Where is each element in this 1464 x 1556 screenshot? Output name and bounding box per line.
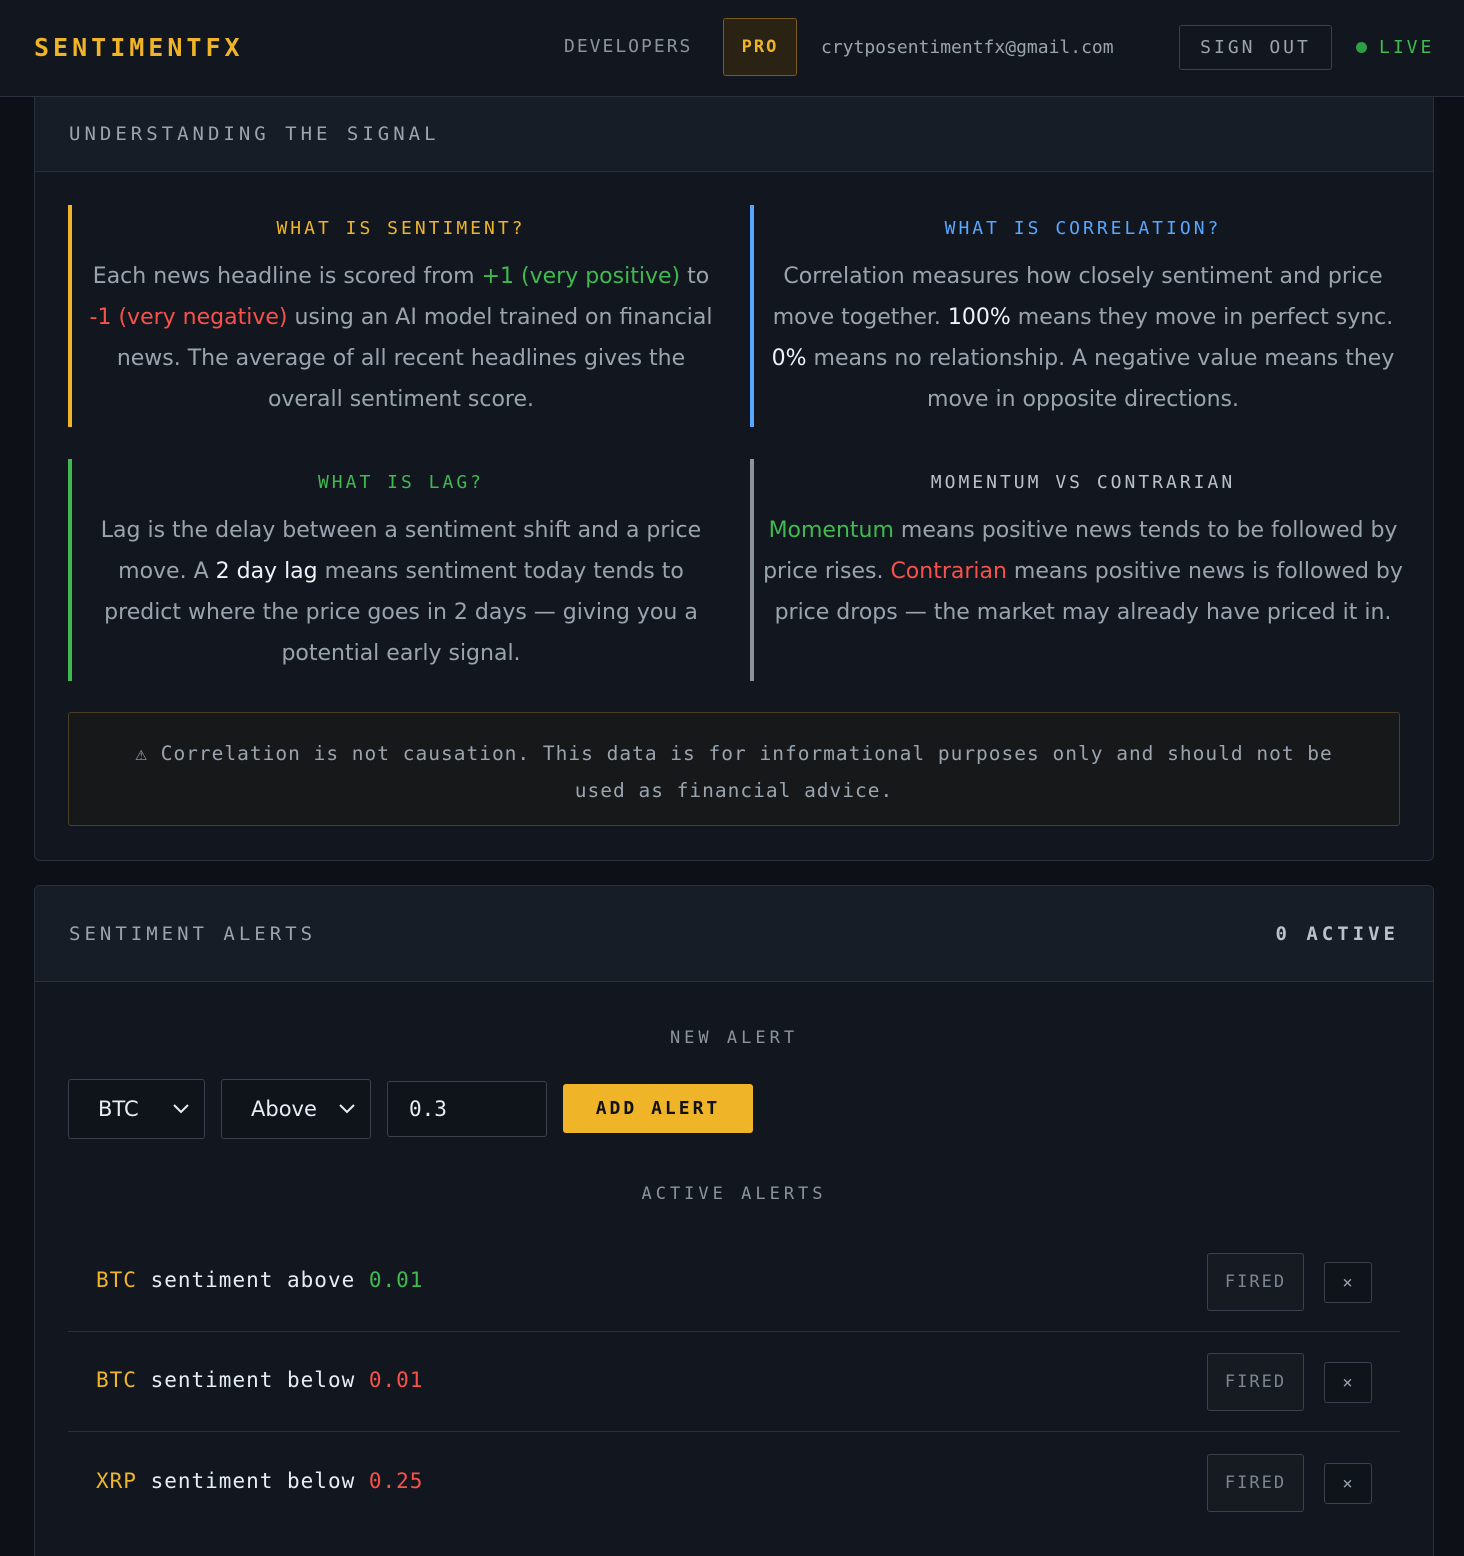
alert-description: XRP sentiment below 0.25 <box>96 1469 424 1493</box>
alerts-title: SENTIMENT ALERTS <box>69 922 317 945</box>
fired-status-button[interactable]: FIRED <box>1207 1353 1304 1411</box>
alert-description: BTC sentiment below 0.01 <box>96 1368 424 1392</box>
correlation-card: WHAT IS CORRELATION? Correlation measure… <box>750 205 1416 427</box>
live-label: LIVE <box>1379 37 1435 58</box>
developers-link[interactable]: DEVELOPERS <box>564 36 692 57</box>
sentiment-alerts-panel: SENTIMENT ALERTS 0 ACTIVE NEW ALERT BTC … <box>34 885 1434 1556</box>
add-alert-button[interactable]: ADD ALERT <box>563 1084 753 1133</box>
card-accent-bar <box>750 459 754 681</box>
lag-card: WHAT IS LAG? Lag is the delay between a … <box>68 459 734 681</box>
top-nav-bar: SENTIMENTFX DEVELOPERS PRO crytposentime… <box>0 0 1464 97</box>
alert-description: BTC sentiment above 0.01 <box>96 1268 424 1292</box>
threshold-input[interactable]: 0.3 <box>387 1081 547 1137</box>
brand-logo[interactable]: SENTIMENTFX <box>34 33 244 62</box>
alert-row: BTC sentiment below 0.01 FIRED × <box>68 1332 1400 1432</box>
card-body: Momentum means positive news tends to be… <box>763 518 1403 625</box>
disclaimer-box: ⚠ Correlation is not causation. This dat… <box>68 712 1400 826</box>
remove-alert-button[interactable]: × <box>1324 1463 1372 1504</box>
card-heading: WHAT IS SENTIMENT? <box>276 218 526 239</box>
sign-out-button[interactable]: SIGN OUT <box>1179 25 1332 70</box>
remove-alert-button[interactable]: × <box>1324 1362 1372 1403</box>
fired-status-button[interactable]: FIRED <box>1207 1454 1304 1512</box>
pro-button[interactable]: PRO <box>723 18 797 76</box>
sentiment-card: WHAT IS SENTIMENT? Each news headline is… <box>68 205 734 427</box>
fired-status-button[interactable]: FIRED <box>1207 1253 1304 1311</box>
direction-select[interactable]: Above <box>221 1079 371 1139</box>
momentum-card: MOMENTUM VS CONTRARIAN Momentum means po… <box>750 459 1416 681</box>
positive-score: +1 (very positive) <box>481 264 681 289</box>
card-body: Correlation measures how closely sentime… <box>771 264 1395 412</box>
card-body: Lag is the delay between a sentiment shi… <box>100 518 702 666</box>
card-heading: MOMENTUM VS CONTRARIAN <box>930 472 1236 493</box>
card-heading: WHAT IS CORRELATION? <box>944 218 1222 239</box>
negative-score: -1 (very negative) <box>89 305 288 330</box>
alert-row: BTC sentiment above 0.01 FIRED × <box>68 1232 1400 1332</box>
understanding-signal-panel: UNDERSTANDING THE SIGNAL WHAT IS SENTIME… <box>34 97 1434 861</box>
card-heading: WHAT IS LAG? <box>317 472 485 493</box>
chevron-down-icon <box>173 1104 189 1114</box>
coin-select[interactable]: BTC <box>68 1079 205 1139</box>
card-body: Each news headline is scored from +1 (ve… <box>89 264 713 412</box>
active-count-badge: 0 ACTIVE <box>1275 922 1399 945</box>
panel-title: UNDERSTANDING THE SIGNAL <box>35 97 1433 172</box>
alert-row: XRP sentiment below 0.25 FIRED × <box>68 1433 1400 1533</box>
user-email: crytposentimentfx@gmail.com <box>821 37 1114 58</box>
alerts-header: SENTIMENT ALERTS 0 ACTIVE <box>35 886 1433 982</box>
chevron-down-icon <box>339 1104 355 1114</box>
card-accent-bar <box>68 205 72 427</box>
live-status: LIVE <box>1356 37 1434 58</box>
card-accent-bar <box>750 205 754 427</box>
live-dot-icon <box>1356 42 1367 53</box>
card-accent-bar <box>68 459 72 681</box>
remove-alert-button[interactable]: × <box>1324 1262 1372 1303</box>
active-alerts-heading: ACTIVE ALERTS <box>641 1184 827 1204</box>
new-alert-heading: NEW ALERT <box>669 1028 799 1048</box>
